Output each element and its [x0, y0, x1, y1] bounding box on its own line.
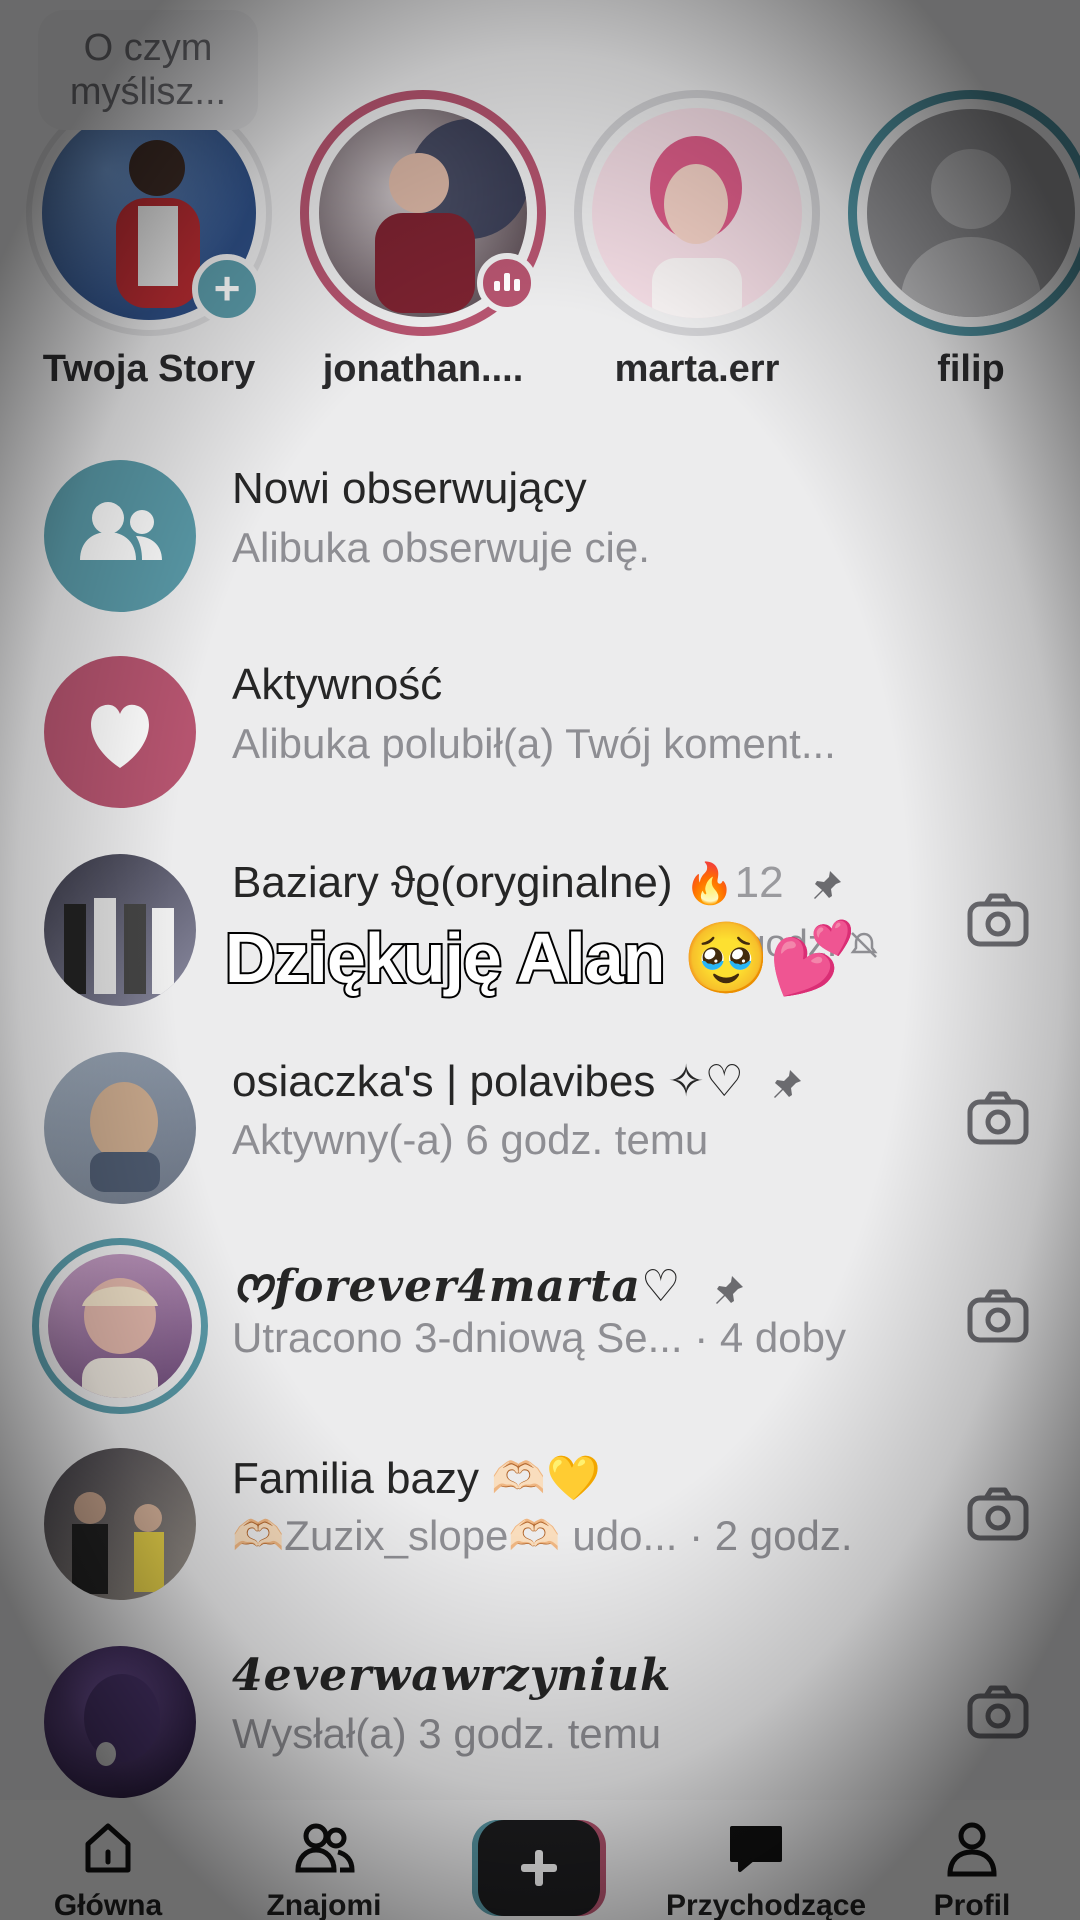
story-own[interactable]: + Twoja Story: [24, 90, 274, 391]
chat-row[interactable]: osiaczka's | polavibes ✧♡ Aktywny(-a) 6 …: [0, 1024, 1080, 1204]
chat-row[interactable]: 4everwawrzyniuk Wysłał(a) 3 godz. temu: [0, 1618, 1080, 1798]
nav-label: Profil: [933, 1889, 1011, 1920]
row-title: Familia bazy 🫶🏻💛: [232, 1454, 601, 1503]
bottom-navigation: Główna Znajomi Przychodzące Profil: [0, 1800, 1080, 1920]
streak-count: 12: [734, 858, 784, 907]
row-title: Nowi obserwujący: [232, 464, 587, 513]
avatar-photo: [650, 136, 742, 318]
row-title: 4everwawrzyniuk: [232, 1650, 672, 1701]
story-ring: [574, 90, 820, 336]
row-title: Baziary ϑϱ(oryginalne) 🔥12: [232, 858, 844, 908]
camera-icon[interactable]: [964, 1282, 1032, 1350]
nav-label: Przychodzące: [666, 1889, 867, 1920]
row-title: ᰔ𝒇𝒐𝒓𝒆𝒗𝒆𝒓4𝒎𝒂𝒓𝒕𝒂♡: [232, 1254, 746, 1321]
story-label: filip: [937, 348, 1005, 390]
chat-row[interactable]: ᰔ𝒇𝒐𝒓𝒆𝒗𝒆𝒓4𝒎𝒂𝒓𝒕𝒂♡ Utracono 3-dniową Se... …: [0, 1222, 1080, 1414]
row-subtitle: 🫶🏻Zuzix_slope🫶🏻 udo... · 2 godz.: [232, 1512, 853, 1559]
avatar: [48, 1254, 192, 1398]
activity-row[interactable]: Aktywność Alibuka polubił(a) Twój koment…: [0, 628, 1080, 808]
pin-icon: [715, 1275, 743, 1304]
row-title: osiaczka's | polavibes ✧♡: [232, 1056, 804, 1107]
row-subtitle: Wysłał(a) 3 godz. temu: [232, 1710, 662, 1757]
friends-icon: [295, 1823, 355, 1873]
row-subtitle: Utracono 3-dniową Se... · 4 doby: [232, 1314, 847, 1361]
story-ring: [848, 90, 1080, 336]
pin-icon: [813, 871, 841, 900]
nav-profile[interactable]: Profil: [882, 1818, 1062, 1920]
nav-home[interactable]: Główna: [18, 1818, 198, 1920]
streak-flame-icon: 🔥: [684, 862, 735, 906]
row-subtitle: Alibuka obserwuje cię.: [232, 524, 650, 571]
thought-bubble-text: O czym myślisz...: [69, 27, 227, 113]
avatar: [44, 1448, 196, 1600]
nav-label: Znajomi: [266, 1889, 382, 1920]
story-item[interactable]: jonathan....: [298, 90, 548, 391]
camera-icon[interactable]: [964, 1084, 1032, 1152]
profile-icon: [947, 1822, 997, 1877]
thought-bubble[interactable]: O czym myślisz...: [38, 10, 258, 130]
story-label: jonathan....: [322, 348, 524, 390]
avatar: [44, 1646, 196, 1798]
home-icon: [85, 1823, 131, 1873]
followers-icon: [44, 460, 196, 612]
add-story-icon[interactable]: +: [192, 254, 262, 324]
nav-label: Główna: [53, 1889, 163, 1920]
video-caption: Dziękuję Alan 🥹💕: [223, 917, 858, 999]
story-ring: [300, 90, 546, 336]
new-followers-row[interactable]: Nowi obserwujący Alibuka obserwuje cię.: [0, 432, 1080, 612]
plus-icon: [478, 1820, 600, 1916]
avatar-placeholder-icon: [867, 109, 1075, 317]
story-item[interactable]: marta.err: [572, 90, 822, 391]
avatar: [44, 1052, 196, 1204]
story-item[interactable]: filip: [846, 90, 1080, 391]
heart-icon: [44, 656, 196, 808]
pin-icon: [774, 1070, 802, 1099]
app-screen: O czym myślisz... + Twoja Story jonathan…: [0, 0, 1080, 1920]
avatar: [592, 108, 802, 318]
nav-friends[interactable]: Znajomi: [234, 1818, 414, 1920]
nav-inbox[interactable]: Przychodzące: [666, 1818, 867, 1920]
row-subtitle: Aktywny(-a) 6 godz. temu: [232, 1116, 709, 1163]
camera-icon[interactable]: [964, 1678, 1032, 1746]
row-subtitle: Alibuka polubił(a) Twój koment...: [232, 720, 836, 767]
chat-row[interactable]: Familia bazy 🫶🏻💛 🫶🏻Zuzix_slope🫶🏻 udo... …: [0, 1420, 1080, 1600]
row-title: Aktywność: [232, 660, 443, 709]
live-bars-icon: [477, 253, 537, 313]
story-label: marta.err: [614, 348, 780, 390]
chat-bubble-icon: [730, 1826, 782, 1872]
story-label: Twoja Story: [42, 348, 256, 390]
camera-icon[interactable]: [964, 1480, 1032, 1548]
